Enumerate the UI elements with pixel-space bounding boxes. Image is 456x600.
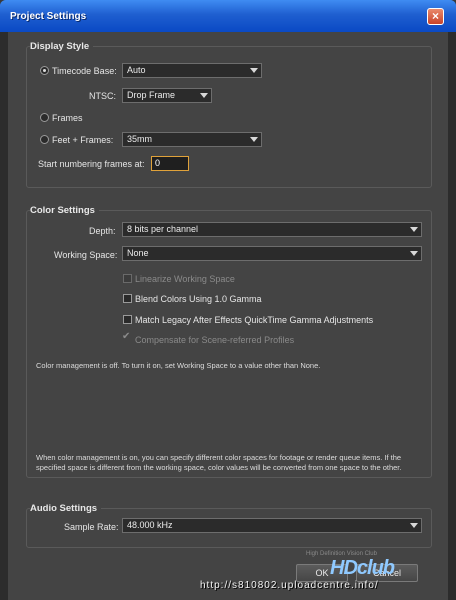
feet-frames-select[interactable]: 35mm bbox=[122, 132, 262, 147]
timecode-base-label: Timecode Base: bbox=[52, 66, 117, 76]
background-app-edge-right bbox=[448, 32, 456, 600]
feet-frames-label: Feet + Frames: bbox=[52, 135, 114, 145]
depth-value: 8 bits per channel bbox=[127, 224, 199, 234]
color-management-on-note: When color management is on, you can spe… bbox=[36, 453, 402, 472]
color-management-off-note: Color management is off. To turn it on, … bbox=[36, 361, 321, 370]
background-app-edge-left bbox=[0, 32, 8, 600]
sample-rate-value: 48.000 kHz bbox=[127, 520, 173, 530]
compensate-checkbox[interactable]: ✔ bbox=[122, 331, 132, 344]
timecode-radio[interactable] bbox=[40, 66, 49, 75]
chevron-down-icon bbox=[250, 137, 258, 142]
feet-frames-radio[interactable] bbox=[40, 135, 49, 144]
window-title: Project Settings bbox=[10, 11, 87, 22]
timecode-base-select[interactable]: Auto bbox=[122, 63, 262, 78]
watermark-tagline: High Definition Vision Club bbox=[306, 551, 377, 557]
linearize-label: Linearize Working Space bbox=[135, 274, 235, 284]
audio-settings-title: Audio Settings bbox=[30, 503, 102, 514]
sample-rate-select[interactable]: 48.000 kHz bbox=[122, 518, 422, 533]
watermark-logo: HDclub bbox=[330, 557, 395, 579]
working-space-label: Working Space: bbox=[54, 250, 118, 260]
close-button[interactable]: × bbox=[427, 8, 444, 25]
watermark-url: http://s810802.uploadcentre.info/ bbox=[200, 580, 379, 591]
depth-label: Depth: bbox=[89, 226, 116, 236]
compensate-label: Compensate for Scene-referred Profiles bbox=[135, 335, 295, 345]
chevron-down-icon bbox=[200, 93, 208, 98]
frames-label: Frames bbox=[52, 113, 83, 123]
start-numbering-input[interactable]: 0 bbox=[151, 156, 189, 171]
ntsc-label: NTSC: bbox=[89, 91, 116, 101]
blend-colors-checkbox[interactable] bbox=[123, 294, 132, 303]
frames-radio[interactable] bbox=[40, 113, 49, 122]
match-legacy-label: Match Legacy After Effects QuickTime Gam… bbox=[135, 315, 374, 325]
display-style-title: Display Style bbox=[30, 41, 94, 52]
timecode-base-value: Auto bbox=[127, 65, 146, 75]
chevron-down-icon bbox=[410, 523, 418, 528]
feet-frames-value: 35mm bbox=[127, 134, 153, 144]
title-bar[interactable]: Project Settings × bbox=[0, 0, 456, 32]
sample-rate-label: Sample Rate: bbox=[64, 522, 119, 532]
start-numbering-label: Start numbering frames at: bbox=[38, 159, 145, 169]
working-space-value: None bbox=[127, 248, 149, 258]
depth-select[interactable]: 8 bits per channel bbox=[122, 222, 422, 237]
checkmark-icon: ✔ bbox=[122, 331, 131, 342]
ntsc-select[interactable]: Drop Frame bbox=[122, 88, 212, 103]
color-settings-title: Color Settings bbox=[30, 205, 99, 216]
working-space-select[interactable]: None bbox=[122, 246, 422, 261]
match-legacy-checkbox[interactable] bbox=[123, 315, 132, 324]
chevron-down-icon bbox=[410, 251, 418, 256]
blend-colors-label: Blend Colors Using 1.0 Gamma bbox=[135, 294, 262, 304]
chevron-down-icon bbox=[410, 227, 418, 232]
linearize-checkbox[interactable] bbox=[123, 274, 132, 283]
ntsc-value: Drop Frame bbox=[127, 90, 176, 100]
chevron-down-icon bbox=[250, 68, 258, 73]
